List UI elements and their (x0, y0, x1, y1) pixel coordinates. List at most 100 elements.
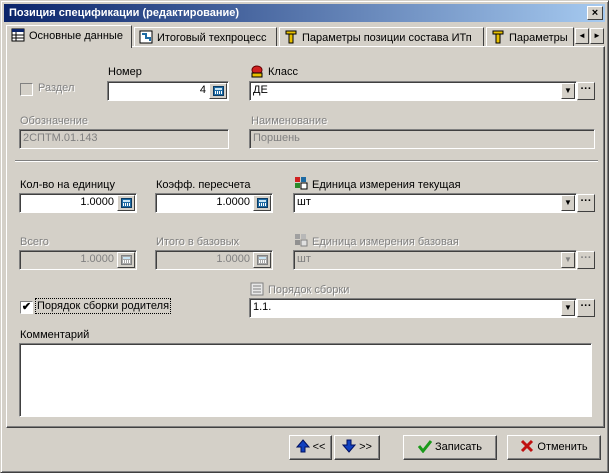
unit-current-combo[interactable]: шт ▼ (293, 193, 577, 213)
ellipsis-icon: ··· (580, 195, 592, 207)
assembly-order-value: 1.1. (253, 301, 272, 313)
tab-itp-parameters[interactable]: Параметры позиции состава ИТп (279, 27, 484, 47)
assembly-order-label: Порядок сборки (268, 284, 350, 296)
unit-base-value: шт (297, 253, 311, 265)
unit-current-browse-button[interactable]: ··· (577, 194, 595, 212)
previous-button[interactable]: << (289, 435, 332, 460)
unit-base-browse-button[interactable]: ··· (577, 251, 595, 269)
calculator-icon (121, 198, 132, 208)
total-base-field[interactable]: 1.0000 (155, 250, 273, 270)
unit-current-dropdown-button[interactable]: ▼ (561, 195, 575, 211)
class-label: Класс (268, 66, 298, 78)
chevron-down-icon: ▼ (564, 255, 572, 264)
checkmark-icon (417, 440, 432, 453)
arrow-down-icon (342, 439, 357, 453)
cross-icon (521, 439, 534, 453)
parent-order-checkbox[interactable]: ✔ (20, 301, 33, 314)
calculator-icon (257, 255, 268, 265)
calculator-icon (213, 86, 224, 96)
name-label: Наименование (251, 115, 328, 127)
ellipsis-icon: ··· (580, 83, 592, 95)
unit-base-dropdown-button[interactable]: ▼ (561, 252, 575, 268)
class-combo[interactable]: ДЕ ▼ (249, 81, 577, 101)
tab-scroll-right-button[interactable]: ► (590, 28, 604, 44)
assembly-order-dropdown-button[interactable]: ▼ (561, 300, 575, 316)
total-label: Всего (20, 236, 49, 248)
chevron-down-icon: ▼ (564, 198, 572, 207)
cancel-label: Отменить (537, 441, 588, 453)
save-label: Записать (435, 441, 483, 453)
tab-final-process[interactable]: Итоговый техпроцесс (134, 27, 277, 47)
process-icon (139, 30, 153, 44)
parameters-icon (285, 30, 297, 44)
designation-field[interactable]: 2СПТМ.01.143 (19, 129, 229, 149)
next-button[interactable]: >> (334, 435, 380, 460)
unit-current-label: Единица измерения текущая (312, 179, 461, 191)
unit-base-label: Единица измерения базовая (312, 236, 459, 248)
designation-label: Обозначение (20, 115, 89, 127)
unit-current-value: шт (297, 196, 311, 208)
comment-textarea[interactable] (19, 343, 592, 417)
tab-label: Параметры (509, 32, 568, 44)
total-value: 1.0000 (80, 253, 114, 265)
total-field[interactable]: 1.0000 (19, 250, 137, 270)
section-label: Раздел (38, 82, 75, 94)
next-label: >> (359, 441, 372, 453)
section-checkbox[interactable] (20, 83, 33, 96)
calculator-icon (257, 198, 268, 208)
calculator-button[interactable] (253, 252, 271, 268)
conv-factor-value: 1.0000 (216, 196, 250, 208)
class-dropdown-button[interactable]: ▼ (561, 83, 575, 99)
name-field[interactable]: Поршень (249, 129, 595, 149)
dialog-window: Позиция спецификации (редактирование) × … (0, 0, 609, 473)
name-value: Поршень (253, 132, 300, 144)
parameters-icon (492, 30, 504, 44)
calculator-icon (121, 255, 132, 265)
parent-order-label: Порядок сборки родителя (34, 298, 172, 314)
calculator-button[interactable] (209, 83, 227, 99)
tab-main-data[interactable]: Основные данные (6, 25, 132, 48)
ellipsis-icon: ··· (580, 300, 592, 312)
assembly-order-icon (250, 282, 264, 296)
title-bar[interactable]: Позиция спецификации (редактирование) × (4, 4, 605, 22)
close-button[interactable]: × (587, 6, 603, 20)
number-value: 4 (199, 84, 206, 96)
designation-value: 2СПТМ.01.143 (23, 132, 98, 144)
arrow-up-icon (295, 439, 310, 453)
tab-label: Основные данные (29, 30, 123, 42)
tab-label: Параметры позиции состава ИТп (302, 32, 472, 44)
unit-base-combo[interactable]: шт ▼ (293, 250, 577, 270)
save-button[interactable]: Записать (403, 435, 497, 460)
conv-factor-field[interactable]: 1.0000 (155, 193, 273, 213)
tab-scroll-left-button[interactable]: ◄ (575, 28, 589, 44)
assembly-order-combo[interactable]: 1.1. ▼ (249, 298, 577, 318)
separator (15, 160, 598, 162)
conv-factor-label: Коэфф. пересчета (156, 179, 251, 191)
ellipsis-icon: ··· (580, 252, 592, 264)
calculator-button[interactable] (253, 195, 271, 211)
total-base-label: Итого в базовых (156, 236, 240, 248)
class-browse-button[interactable]: ··· (577, 82, 595, 100)
class-value: ДЕ (253, 84, 268, 96)
checkmark-icon: ✔ (21, 301, 32, 313)
tab-parameters[interactable]: Параметры (486, 27, 574, 47)
close-icon: × (591, 7, 599, 19)
qty-per-unit-value: 1.0000 (80, 196, 114, 208)
class-icon (251, 65, 263, 78)
tab-label: Итоговый техпроцесс (157, 32, 267, 44)
number-field[interactable]: 4 (107, 81, 229, 101)
table-icon (11, 28, 25, 42)
arrow-left-icon: ◄ (578, 31, 586, 40)
tab-page-main-data: Раздел Номер 4 Класс ДЕ ▼ ··· Обозначени… (6, 46, 605, 428)
calculator-button[interactable] (117, 252, 135, 268)
qty-per-unit-field[interactable]: 1.0000 (19, 193, 137, 213)
arrow-right-icon: ► (593, 31, 601, 40)
qty-per-unit-label: Кол-во на единицу (20, 179, 115, 191)
number-label: Номер (108, 66, 142, 78)
calculator-button[interactable] (117, 195, 135, 211)
assembly-order-browse-button[interactable]: ··· (577, 299, 595, 317)
chevron-down-icon: ▼ (564, 86, 572, 95)
unit-base-icon (295, 234, 308, 247)
cancel-button[interactable]: Отменить (507, 435, 601, 460)
total-base-value: 1.0000 (216, 253, 250, 265)
